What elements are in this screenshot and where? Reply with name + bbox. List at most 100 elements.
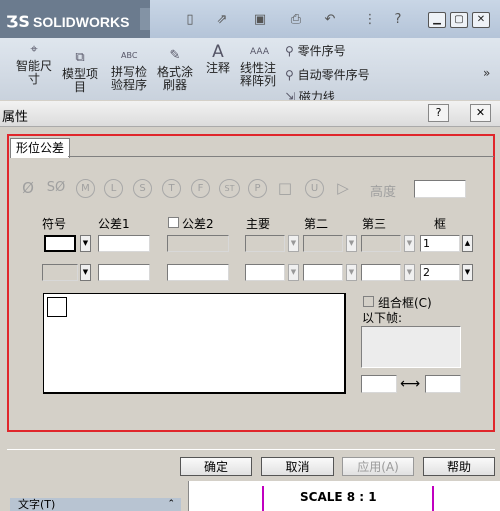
tolerance1-input-row2[interactable]: [98, 264, 150, 281]
close-app-button[interactable]: ✕: [472, 12, 490, 28]
save-icon[interactable]: ▣: [252, 12, 268, 28]
model-items-button[interactable]: ⧉ 模型项 目: [58, 50, 102, 94]
auto-balloon-icon: ⚲: [285, 68, 294, 82]
tertiary-header: 第三: [362, 217, 387, 231]
symbol-dropdown-row1[interactable]: ▼: [80, 235, 91, 252]
balloon-button[interactable]: ⚲ 零件序号: [285, 42, 346, 59]
undo-icon[interactable]: ↶: [322, 12, 338, 28]
primary-header: 主要: [246, 217, 271, 231]
linear-note-pattern-button[interactable]: AAA 线性注 释阵列: [238, 44, 278, 88]
diameter-symbol-icon[interactable]: Ø: [19, 179, 37, 197]
tertiary-input-row1[interactable]: [361, 235, 401, 252]
unilateral-symbol-icon[interactable]: U: [305, 179, 324, 198]
height-input[interactable]: [414, 180, 466, 198]
double-arrow-icon: ⟷: [400, 376, 421, 392]
tab-divider: [68, 156, 494, 157]
ribbon-expand-icon[interactable]: »: [483, 66, 490, 80]
free-state-symbol-icon[interactable]: F: [191, 179, 210, 198]
help-caption-button[interactable]: ?: [428, 104, 449, 122]
primary-input-row1[interactable]: [245, 235, 285, 252]
lmc-symbol-icon[interactable]: L: [104, 179, 123, 198]
scale-label: SCALE 8 : 1: [300, 490, 377, 504]
open-icon[interactable]: ⇗: [214, 12, 230, 28]
arrow-symbol-icon[interactable]: ▷: [334, 179, 352, 197]
frame-header: 框: [434, 217, 447, 231]
tolerance-preview: [43, 293, 346, 394]
format-painter-icon: ✎: [169, 48, 181, 63]
frame-number-row1[interactable]: 1: [420, 235, 460, 252]
statistical-symbol-icon[interactable]: ST: [219, 179, 240, 198]
tolerance2-input-row1[interactable]: [167, 235, 229, 252]
app-logo: SOLIDWORKS: [33, 14, 130, 30]
secondary-header: 第二: [304, 217, 329, 231]
magnetic-line-button[interactable]: ⇲ 磁力线: [285, 88, 335, 100]
dialog-divider: [7, 449, 495, 450]
height-label: 高度: [370, 185, 397, 200]
symbol-select-row2[interactable]: [42, 264, 78, 281]
secondary-dropdown-row1[interactable]: ▼: [346, 235, 357, 252]
dialog-title: 属性: [2, 110, 29, 125]
maximize-button[interactable]: ▢: [450, 12, 468, 28]
apply-button[interactable]: 应用(A): [342, 457, 414, 476]
new-icon[interactable]: ▯: [182, 12, 198, 28]
below-frame-list[interactable]: [361, 326, 461, 368]
projected-tolerance-symbol-icon[interactable]: P: [248, 179, 267, 198]
close-dialog-button[interactable]: ✕: [470, 104, 491, 122]
ok-button[interactable]: 确定: [180, 457, 252, 476]
secondary-input-row2[interactable]: [303, 264, 343, 281]
spell-checker-button[interactable]: ABC 拼写检 验程序: [108, 48, 150, 92]
format-painter-button[interactable]: ✎ 格式涂 刷器: [154, 48, 196, 92]
mmc-symbol-icon[interactable]: M: [76, 179, 95, 198]
symbol-header: 符号: [42, 217, 67, 231]
tolerance1-input-row1[interactable]: [98, 235, 150, 252]
auto-balloon-button[interactable]: ⚲ 自动零件序号: [285, 66, 370, 83]
frame-spinner-row1[interactable]: ▲: [462, 235, 473, 252]
cancel-button[interactable]: 取消: [261, 457, 334, 476]
secondary-input-row1[interactable]: [303, 235, 343, 252]
frame-number-row2[interactable]: 2: [420, 264, 460, 281]
spell-check-icon: ABC: [121, 51, 138, 60]
rfs-symbol-icon[interactable]: S: [133, 179, 152, 198]
model-items-icon: ⧉: [75, 50, 85, 65]
frame-link-right-input[interactable]: [425, 375, 461, 393]
tolerance2-checkbox[interactable]: [168, 217, 179, 228]
primary-input-row2[interactable]: [245, 264, 285, 281]
square-symbol-icon[interactable]: □: [276, 179, 294, 197]
combine-frames-checkbox[interactable]: [363, 296, 374, 307]
minimize-button[interactable]: ▁: [428, 12, 446, 28]
frame-link-left-input[interactable]: [361, 375, 397, 393]
preview-frame-cell: [47, 297, 67, 317]
help-button[interactable]: 帮助: [423, 457, 495, 476]
tertiary-input-row2[interactable]: [361, 264, 401, 281]
smart-dimension-button[interactable]: ⌖ 智能尺 寸: [14, 42, 54, 86]
tolerance2-input-row2[interactable]: [167, 264, 229, 281]
tertiary-dropdown-row2[interactable]: ▼: [404, 264, 415, 281]
tolerance1-header: 公差1: [98, 217, 130, 231]
linear-note-pattern-icon: AAA: [250, 47, 269, 57]
collapse-icon[interactable]: ⌃: [167, 498, 175, 511]
note-icon: A: [212, 42, 224, 62]
secondary-dropdown-row2[interactable]: ▼: [346, 264, 357, 281]
primary-dropdown-row2[interactable]: ▼: [288, 264, 299, 281]
below-frame-label: 以下帧:: [362, 311, 403, 325]
tab-geometric-tolerance[interactable]: 形位公差: [10, 138, 70, 158]
smart-dimension-icon: ⌖: [30, 42, 38, 57]
logo-arrow[interactable]: [140, 8, 150, 30]
print-icon[interactable]: ⎙: [288, 12, 304, 28]
tangent-plane-symbol-icon[interactable]: T: [162, 179, 181, 198]
properties-dialog: 属性 ? ✕ 形位公差 Ø SØ M L S T F ST P □ U ▷ 高度…: [0, 101, 500, 481]
dialog-titlebar: [0, 101, 500, 127]
traffic-light-icon[interactable]: ⋮: [362, 12, 378, 28]
ds-logo-icon: ƷS: [6, 12, 30, 31]
tolerance2-header: 公差2: [182, 217, 214, 231]
tertiary-dropdown-row1[interactable]: ▼: [404, 235, 415, 252]
help-icon[interactable]: ?: [390, 12, 406, 28]
balloon-icon: ⚲: [285, 44, 294, 58]
primary-dropdown-row1[interactable]: ▼: [288, 235, 299, 252]
text-section-header[interactable]: 文字(T) ⌃: [10, 498, 181, 511]
symbol-select-row1[interactable]: [44, 235, 76, 252]
frame-dropdown-row2[interactable]: ▼: [462, 264, 473, 281]
symbol-dropdown-row2[interactable]: ▼: [80, 264, 91, 281]
note-button[interactable]: A 注释: [202, 44, 234, 75]
spherical-diameter-symbol-icon[interactable]: SØ: [45, 179, 67, 197]
